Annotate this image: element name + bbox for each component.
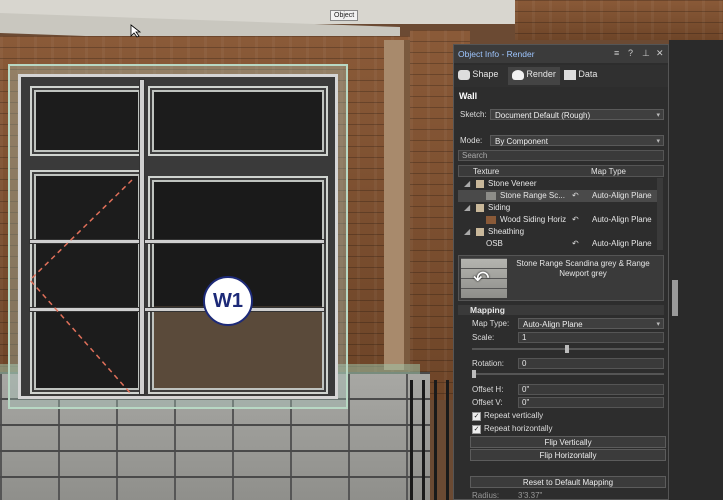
- radius-label: Radius:: [472, 491, 500, 500]
- component-icon: [476, 180, 484, 188]
- preview-texture-name: Stone Range Scandina grey & Range Newpor…: [516, 259, 650, 278]
- pane-top-right: [148, 86, 328, 156]
- door-handle: [672, 280, 678, 316]
- map-type-dropdown[interactable]: Auto-Align Plane: [518, 318, 664, 330]
- tab-render-label: Render: [526, 69, 556, 79]
- rotation-slider[interactable]: [472, 370, 664, 378]
- object-info-panel[interactable]: Object Info - Render ≡ ? ⊥ ✕ Shape Rende…: [453, 44, 669, 500]
- tree-label: Siding: [488, 203, 511, 212]
- texture-preview[interactable]: ↶ Stone Range Scandina grey & Range Newp…: [458, 255, 664, 301]
- col-map-type[interactable]: Map Type: [591, 167, 626, 176]
- shape-icon: [458, 69, 470, 80]
- search-input[interactable]: Search: [458, 150, 664, 161]
- rotation-slider-thumb[interactable]: [472, 370, 476, 378]
- mapping-title: Mapping: [470, 305, 505, 315]
- tab-shape-label: Shape: [472, 69, 499, 79]
- tree-map-type: Auto-Align Plane: [592, 215, 652, 224]
- preview-swatch: ↶: [461, 258, 507, 298]
- panel-title: Object Info - Render: [458, 49, 535, 59]
- repeat-horizontally-checkbox[interactable]: ✓: [472, 425, 481, 434]
- scale-slider-thumb[interactable]: [565, 345, 569, 353]
- offset-v-label: Offset V:: [472, 398, 503, 407]
- edit-mapping-icon[interactable]: ↶: [572, 238, 579, 250]
- tree-row-siding[interactable]: ◢ Siding: [458, 202, 658, 214]
- window-tag[interactable]: W1: [203, 276, 253, 326]
- tab-render[interactable]: Render: [508, 67, 560, 85]
- data-icon: [564, 69, 576, 80]
- mode-dropdown[interactable]: By Component: [490, 135, 664, 147]
- object-type: Wall: [459, 91, 478, 101]
- edit-mapping-icon[interactable]: ↶: [572, 190, 579, 202]
- scale-slider[interactable]: [472, 345, 664, 353]
- pane-top-left: [30, 86, 144, 156]
- tree-row-stone-veneer[interactable]: ◢ Stone Veneer: [458, 178, 658, 190]
- texture-swatch: [486, 216, 496, 224]
- tree-label: Stone Range Sc...: [500, 191, 565, 200]
- mode-label: Mode:: [460, 136, 483, 145]
- corner-trim: [384, 40, 410, 370]
- panel-titlebar[interactable]: Object Info - Render ≡ ? ⊥ ✕: [454, 45, 668, 63]
- flip-vertically-button[interactable]: Flip Vertically: [470, 436, 666, 448]
- scale-label: Scale:: [472, 333, 495, 342]
- component-icon: [476, 204, 484, 212]
- tree-row-stone-range[interactable]: Stone Range Sc... ↶ Auto-Align Plane: [458, 190, 658, 202]
- repeat-vertically-label: Repeat vertically: [484, 411, 544, 420]
- swing-indicator: [28, 179, 133, 396]
- expand-icon[interactable]: ◢: [464, 226, 470, 238]
- mouse-cursor-icon: [130, 24, 142, 38]
- repeat-horizontally-label: Repeat horizontally: [484, 424, 553, 433]
- tree-label: OSB: [486, 239, 503, 248]
- tree-map-type: Auto-Align Plane: [592, 239, 652, 248]
- offset-h-input[interactable]: 0": [518, 384, 664, 395]
- repeat-vertically-checkbox[interactable]: ✓: [472, 412, 481, 421]
- tree-label: Sheathing: [488, 227, 525, 236]
- tree-row-wood-siding[interactable]: Wood Siding Horiz ↶ Auto-Align Plane: [458, 214, 658, 226]
- menu-icon[interactable]: ≡: [614, 48, 619, 58]
- sketch-label: Sketch:: [460, 110, 487, 119]
- map-type-label: Map Type:: [472, 319, 510, 328]
- expand-icon[interactable]: ◢: [464, 202, 470, 214]
- tab-shape[interactable]: Shape: [458, 69, 498, 80]
- tab-bar: Shape Render Data: [454, 65, 668, 87]
- radius-value: 3'3.37": [518, 491, 543, 500]
- offset-h-label: Offset H:: [472, 385, 504, 394]
- component-icon: [476, 228, 484, 236]
- tree-scrollbar[interactable]: [657, 178, 663, 250]
- flip-horizontally-button[interactable]: Flip Horizontally: [470, 449, 666, 461]
- object-tooltip: Object: [330, 10, 359, 21]
- tab-data-label: Data: [578, 69, 598, 79]
- col-texture[interactable]: Texture: [473, 167, 499, 176]
- teapot-icon: [512, 69, 524, 80]
- close-icon[interactable]: ✕: [656, 48, 664, 59]
- tree-row-sheathing[interactable]: ◢ Sheathing: [458, 226, 658, 238]
- expand-icon[interactable]: ◢: [464, 178, 470, 190]
- upper-wood-wall: [515, 0, 723, 40]
- edit-mapping-icon[interactable]: ↶: [572, 214, 579, 226]
- sketch-dropdown[interactable]: Document Default (Rough): [490, 109, 664, 121]
- mapping-header[interactable]: Mapping: [458, 305, 664, 315]
- pin-icon[interactable]: ⊥: [642, 48, 650, 59]
- rotation-input[interactable]: 0: [518, 358, 664, 369]
- texture-table-header: Texture Map Type: [458, 165, 664, 177]
- scale-input[interactable]: 1: [518, 332, 664, 343]
- tree-row-osb[interactable]: OSB ↶ Auto-Align Plane: [458, 238, 658, 250]
- help-icon[interactable]: ?: [628, 48, 633, 58]
- rotation-label: Rotation:: [472, 359, 505, 368]
- texture-swatch: [486, 192, 496, 200]
- tab-data[interactable]: Data: [564, 69, 597, 80]
- tree-label: Stone Veneer: [488, 179, 537, 188]
- reset-mapping-button[interactable]: Reset to Default Mapping: [470, 476, 666, 488]
- tree-map-type: Auto-Align Plane: [592, 191, 652, 200]
- stair-area: [669, 40, 723, 500]
- offset-v-input[interactable]: 0": [518, 397, 664, 408]
- tree-label: Wood Siding Horiz: [500, 215, 567, 224]
- mapping-arrow-icon: ↶: [473, 268, 490, 290]
